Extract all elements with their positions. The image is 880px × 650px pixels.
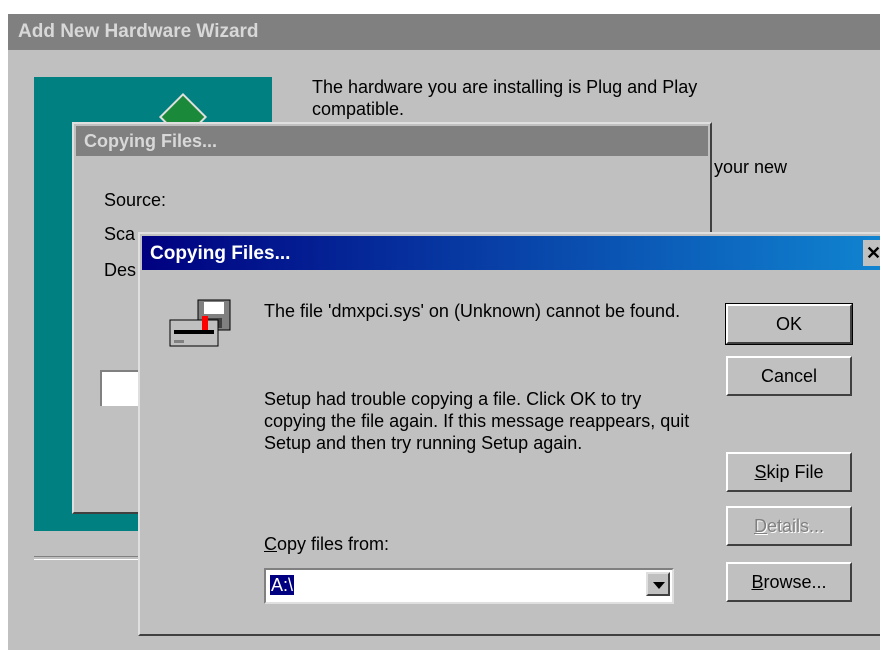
wizard-text-line2: compatible. [312, 99, 405, 119]
details-accelerator: D [753, 516, 767, 536]
floppy-disk-drive-icon [169, 299, 231, 347]
error-dialog-title: Copying Files... [150, 243, 291, 264]
destination-label: Des [104, 260, 137, 280]
wizard-text-line1: The hardware you are installing is Plug … [312, 77, 698, 97]
wizard-title: Add New Hardware Wizard [18, 21, 259, 42]
close-icon: ✕ [866, 243, 880, 263]
wizard-description: The hardware you are installing is Plug … [312, 76, 832, 120]
copy-files-from-label-text: opy files from: [277, 534, 390, 554]
error-message-secondary: Setup had trouble copying a file. Click … [264, 389, 690, 453]
skip-file-label: kip File [766, 462, 824, 482]
scanning-label: Sca [104, 224, 136, 244]
copy-files-from-label: Copy files from: [264, 534, 389, 555]
cancel-button[interactable]: Cancel [726, 356, 852, 396]
browse-button[interactable]: Browse... [726, 562, 852, 602]
copying-files-error-dialog: Copying Files... ✕ The file 'dmxpci.sys'… [138, 232, 880, 636]
skip-file-accelerator: S [754, 462, 767, 482]
progress-box [100, 370, 142, 406]
error-message-primary: The file 'dmxpci.sys' on (Unknown) canno… [264, 301, 681, 321]
details-button: Details... [726, 506, 852, 546]
close-button[interactable]: ✕ [863, 240, 880, 266]
copy-files-from-value[interactable]: A:\ [270, 575, 295, 595]
copying-files-progress-title: Copying Files... [84, 131, 218, 151]
browse-accelerator: B [751, 572, 764, 592]
error-dialog-title-bar[interactable]: Copying Files... ✕ [142, 236, 880, 270]
ok-button[interactable]: OK [725, 303, 853, 345]
copy-files-from-accelerator: C [264, 534, 277, 554]
source-label: Source: [104, 190, 167, 210]
wizard-title-bar[interactable]: Add New Hardware Wizard [8, 14, 880, 50]
browse-label: rowse... [763, 572, 827, 592]
chevron-down-icon[interactable] [646, 572, 670, 596]
skip-file-button[interactable]: Skip File [726, 452, 852, 492]
copying-files-progress-title-bar[interactable]: Copying Files... [76, 126, 708, 156]
details-label: etails... [766, 516, 825, 536]
copy-files-from-combobox[interactable]: A:\ [264, 568, 674, 604]
